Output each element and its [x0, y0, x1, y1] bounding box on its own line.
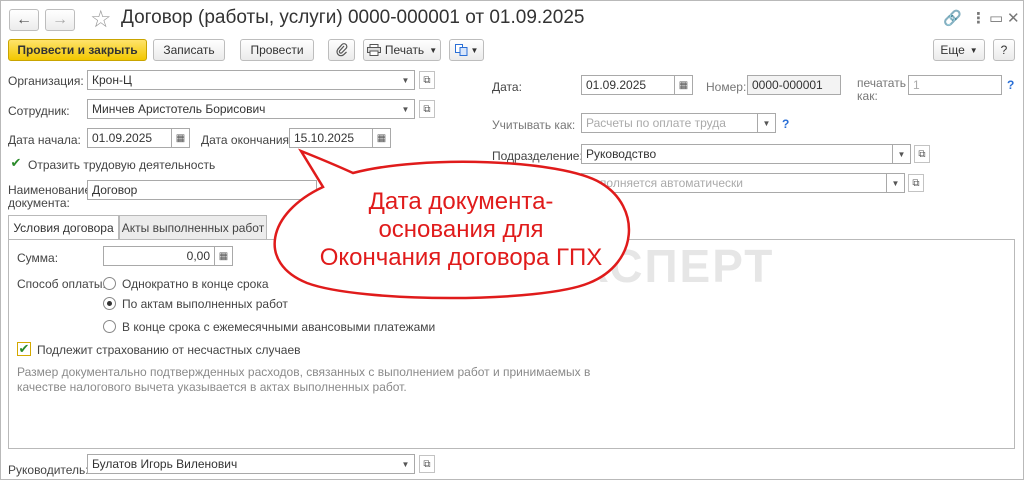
callout-line-3: Окончания договора ГПХ [319, 244, 603, 271]
callout-line-1: Дата документа- [368, 188, 554, 215]
document-window: ← → ☆ Договор (работы, услуги) 0000-0000… [0, 0, 1024, 480]
callout-text: Дата документа- основания для Окончания … [301, 188, 621, 272]
callout-line-2: основания для [378, 216, 544, 243]
